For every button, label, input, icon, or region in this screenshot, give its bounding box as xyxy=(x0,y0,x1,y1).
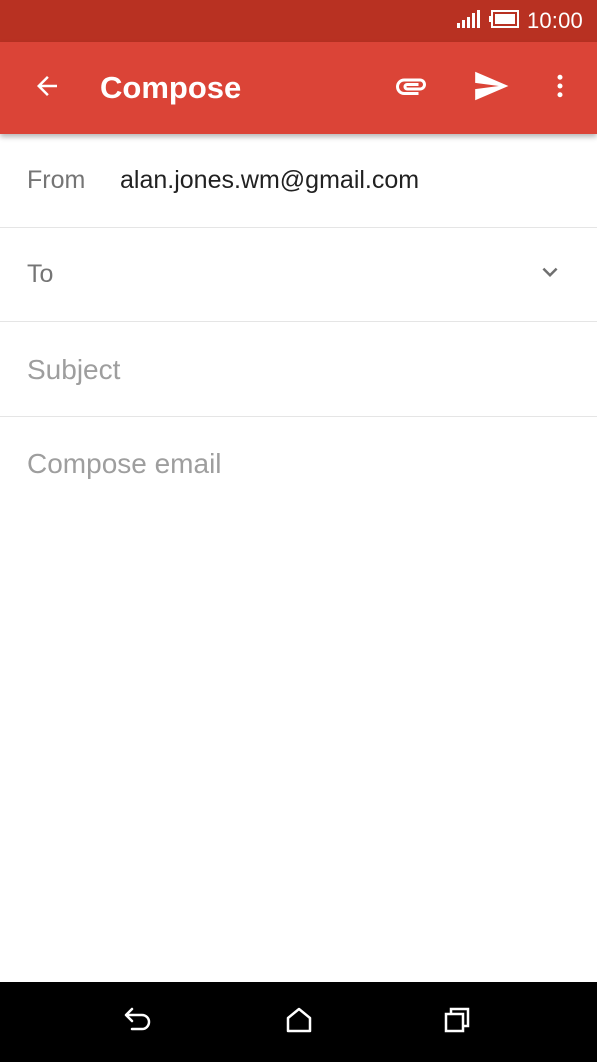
navigation-bar xyxy=(0,982,597,1062)
from-account[interactable]: alan.jones.wm@gmail.com xyxy=(120,166,419,195)
send-icon xyxy=(472,67,510,110)
status-icons: 10:00 xyxy=(456,0,583,42)
send-button[interactable] xyxy=(464,64,518,112)
to-field[interactable] xyxy=(80,250,514,302)
subject-row xyxy=(0,322,597,417)
more-vert-icon xyxy=(545,71,575,106)
status-time: 10:00 xyxy=(526,8,583,33)
to-row: To xyxy=(0,228,597,322)
chevron-down-icon xyxy=(535,257,565,292)
paperclip-icon xyxy=(393,68,429,109)
from-row[interactable]: From alan.jones.wm@gmail.com xyxy=(0,134,597,228)
subject-field[interactable] xyxy=(27,344,567,396)
status-bar: 10:00 xyxy=(0,0,597,42)
page-title: Compose xyxy=(100,70,242,105)
back-arrow-icon xyxy=(32,71,62,106)
battery-icon xyxy=(488,9,519,33)
nav-recents-button[interactable] xyxy=(432,1000,482,1044)
nav-recents-icon xyxy=(442,1005,472,1040)
attach-button[interactable] xyxy=(384,64,438,112)
from-label: From xyxy=(27,166,86,194)
nav-back-button[interactable] xyxy=(114,1000,164,1044)
back-button[interactable] xyxy=(18,64,76,112)
nav-home-icon xyxy=(284,1005,314,1040)
signal-icon xyxy=(456,9,481,33)
compose-body-field[interactable] xyxy=(27,444,567,944)
expand-recipients-button[interactable] xyxy=(528,252,572,296)
more-options-button[interactable] xyxy=(538,64,582,112)
to-label: To xyxy=(27,260,54,288)
app-bar: Compose xyxy=(0,42,597,134)
nav-back-icon xyxy=(122,1005,156,1040)
nav-home-button[interactable] xyxy=(274,1000,324,1044)
